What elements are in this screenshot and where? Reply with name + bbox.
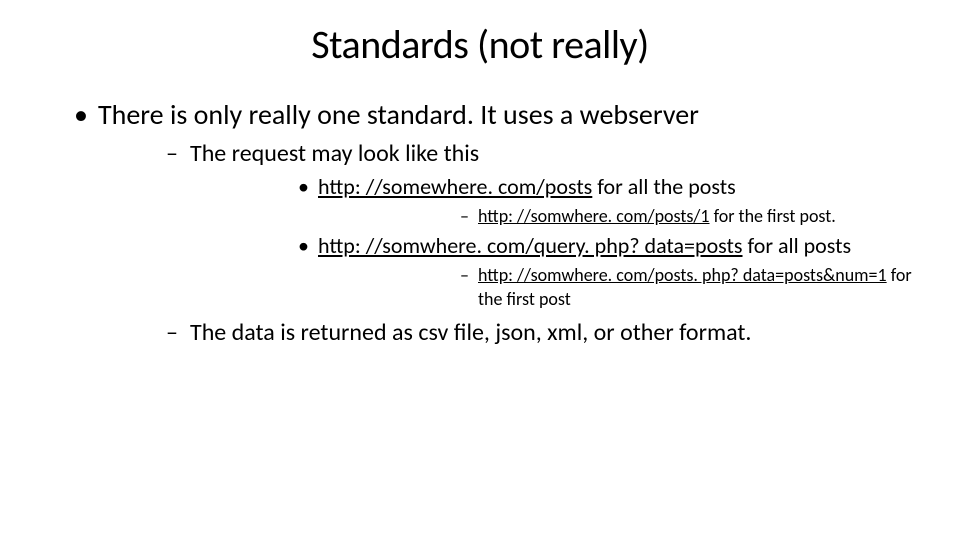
bullet-text: The request may look like this: [190, 139, 479, 168]
url-link[interactable]: http: //somwhere. com/query. php? data=p…: [318, 232, 743, 259]
bullet-list-level3: http: //somewhere. com/posts for all the…: [190, 173, 920, 311]
bullet-list-level2: The request may look like this http: //s…: [98, 138, 920, 348]
bullet-level1-item: There is only really one standard. It us…: [40, 97, 920, 348]
bullet-level3-item: http: //somewhere. com/posts for all the…: [190, 173, 920, 228]
bullet-list-level4: http: //somwhere. com/posts. php? data=p…: [318, 263, 920, 312]
bullet-list-level1: There is only really one standard. It us…: [40, 97, 920, 348]
bullet-list-level4: http: //somwhere. com/posts/1 for the fi…: [318, 204, 920, 228]
bullet-level4-item: http: //somwhere. com/posts/1 for the fi…: [318, 204, 920, 228]
slide: Standards (not really) There is only rea…: [0, 0, 960, 540]
bullet-level4-item: http: //somwhere. com/posts. php? data=p…: [318, 263, 920, 312]
bullet-level2-item: The request may look like this http: //s…: [98, 138, 920, 311]
slide-title: Standards (not really): [40, 20, 920, 69]
url-link[interactable]: http: //somwhere. com/posts. php? data=p…: [478, 264, 887, 286]
bullet-text: There is only really one standard. It us…: [98, 97, 699, 132]
url-link[interactable]: http: //somwhere. com/posts/1: [478, 205, 710, 227]
bullet-text-after: for all the posts: [592, 173, 735, 200]
bullet-text-after: for all posts: [743, 232, 852, 259]
url-link[interactable]: http: //somewhere. com/posts: [318, 173, 592, 200]
bullet-level3-item: http: //somwhere. com/query. php? data=p…: [190, 232, 920, 311]
bullet-text: The data is returned as csv file, json, …: [190, 318, 752, 347]
bullet-text-after: for the first post.: [710, 205, 836, 227]
bullet-level2-item: The data is returned as csv file, json, …: [98, 317, 920, 348]
